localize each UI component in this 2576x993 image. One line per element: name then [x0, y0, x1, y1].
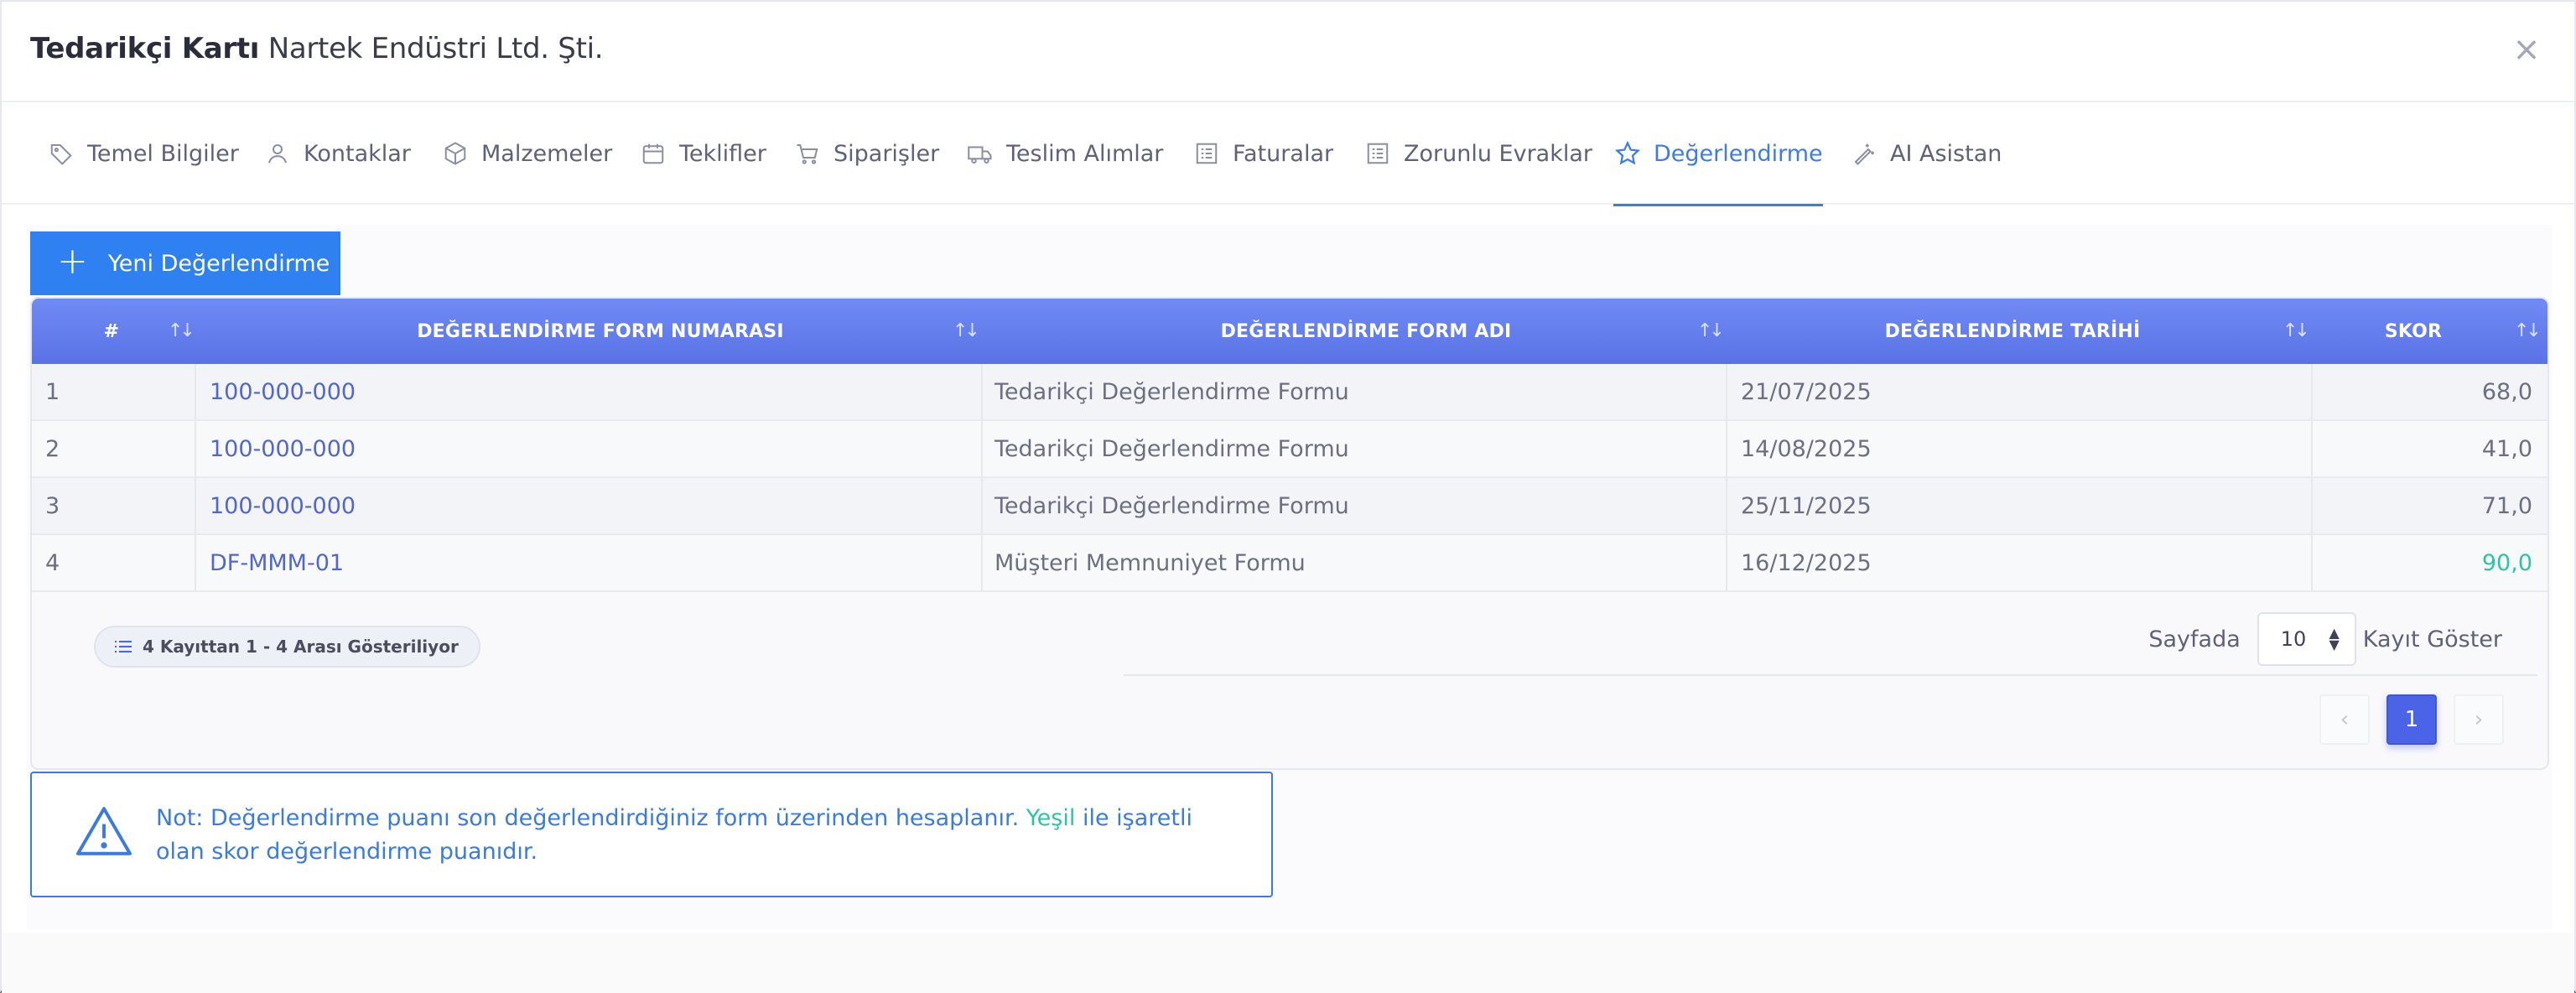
cell-form-name: Tedarikçi Değerlendirme Formu — [995, 435, 1349, 462]
tab-degerlendirme[interactable]: Değerlendirme — [1613, 102, 1823, 206]
per-page-prefix: Sayfada — [2148, 626, 2241, 652]
cell-no: 2 — [45, 435, 60, 462]
page-size-control: Sayfada 10 ▲ ▼ Kayıt Göster — [2148, 612, 2502, 666]
tab-siparisler[interactable]: Siparişler — [793, 102, 939, 205]
sort-icon[interactable]: ↑↓ — [953, 320, 980, 341]
column-label: DEĞERLENDİRME TARİHİ — [1884, 320, 2141, 342]
tab-bar: Temel Bilgiler Kontaklar Malzemeler Tekl… — [2, 102, 2574, 206]
per-page-suffix: Kayıt Göster — [2362, 626, 2502, 652]
cell-no: 3 — [45, 492, 60, 519]
cell-date: 16/12/2025 — [1741, 549, 1872, 576]
wand-icon — [1850, 139, 1878, 168]
cell-no: 4 — [45, 549, 60, 576]
prev-page-button[interactable]: ‹ — [2319, 694, 2370, 745]
cell-date: 14/08/2025 — [1741, 435, 1872, 462]
cell-score: 68,0 — [2481, 378, 2532, 405]
column-label: SKOR — [2384, 320, 2443, 342]
tab-zorunlu-evraklar[interactable]: Zorunlu Evraklar — [1363, 102, 1592, 205]
cell-score: 71,0 — [2481, 492, 2532, 519]
tag-icon — [47, 139, 75, 168]
supplier-card-modal: Tedarikçi Kartı Nartek Endüstri Ltd. Şti… — [0, 0, 2576, 993]
note-text: Not: Değerlendirme puanı son değerlendir… — [156, 802, 1246, 869]
column-header-score[interactable]: SKOR — [2313, 299, 2514, 364]
close-icon[interactable]: × — [2512, 33, 2541, 66]
cell-form-name: Tedarikçi Değerlendirme Formu — [995, 378, 1349, 405]
tab-label: AI Asistan — [1890, 140, 2002, 167]
form-number-link[interactable]: 100-000-000 — [210, 421, 356, 476]
tab-label: Faturalar — [1233, 140, 1334, 167]
tab-label: Temel Bilgiler — [87, 140, 239, 167]
column-label: DEĞERLENDİRME FORM NUMARASI — [417, 320, 784, 342]
cell-date: 25/11/2025 — [1741, 492, 1872, 519]
calendar-icon — [639, 139, 667, 168]
tab-label: Teklifler — [679, 140, 766, 167]
tab-label: Zorunlu Evraklar — [1404, 140, 1593, 167]
cell-score: 41,0 — [2481, 435, 2532, 462]
sort-icon[interactable]: ↑↓ — [2283, 320, 2310, 341]
tab-teslim-alimlar[interactable]: Teslim Alımlar — [966, 102, 1163, 205]
cell-date: 21/07/2025 — [1741, 378, 1872, 405]
supplier-name: Nartek Endüstri Ltd. Şti. — [267, 32, 604, 65]
column-header-form-number[interactable]: DEĞERLENDİRME FORM NUMARASI — [191, 299, 1010, 364]
tab-malzemeler[interactable]: Malzemeler — [441, 102, 612, 205]
record-info-badge: 4 Kayıttan 1 - 4 Arası Gösteriliyor — [94, 626, 480, 668]
column-label: # — [103, 320, 120, 342]
record-info-text: 4 Kayıttan 1 - 4 Arası Gösteriliyor — [143, 637, 459, 657]
divider — [1124, 674, 2537, 676]
modal-title: Tedarikçi Kartı Nartek Endüstri Ltd. Şti… — [30, 32, 604, 65]
tab-label: Malzemeler — [481, 140, 613, 167]
tab-faturalar[interactable]: Faturalar — [1192, 102, 1333, 205]
box-icon — [441, 139, 470, 168]
list-icon — [114, 639, 132, 654]
tab-label: Değerlendirme — [1654, 140, 1823, 167]
table-header: # ↑↓ DEĞERLENDİRME FORM NUMARASI ↑↓ DEĞE… — [32, 299, 2547, 364]
column-label: DEĞERLENDİRME FORM ADI — [1220, 320, 1512, 342]
tab-label: Siparişler — [834, 140, 940, 167]
tab-label: Teslim Alımlar — [1006, 140, 1164, 167]
table-row[interactable]: 3 100-000-000 Tedarikçi Değerlendirme Fo… — [32, 478, 2547, 535]
modal-header: Tedarikçi Kartı Nartek Endüstri Ltd. Şti… — [2, 2, 2574, 102]
table-row[interactable]: 1 100-000-000 Tedarikçi Değerlendirme Fo… — [32, 364, 2547, 421]
form-number-link[interactable]: 100-000-000 — [210, 364, 356, 419]
warning-icon — [75, 805, 134, 864]
next-page-button[interactable]: › — [2454, 694, 2504, 745]
tab-label: Kontaklar — [304, 140, 411, 167]
sort-icon[interactable]: ↑↓ — [168, 320, 195, 341]
note-part1: Not: Değerlendirme puanı son değerlendir… — [156, 805, 1020, 831]
evaluation-note: Not: Değerlendirme puanı son değerlendir… — [30, 772, 1273, 897]
list-icon — [1192, 139, 1221, 168]
sort-icon[interactable]: ↑↓ — [1697, 320, 1725, 341]
cell-no: 1 — [45, 378, 60, 405]
cell-form-name: Tedarikçi Değerlendirme Formu — [995, 492, 1349, 519]
select-arrows-icon: ▲ ▼ — [2329, 625, 2340, 652]
new-evaluation-button[interactable]: + Yeni Değerlendirme — [30, 231, 340, 295]
star-icon — [1613, 139, 1642, 168]
page-button-current[interactable]: 1 — [2386, 694, 2437, 745]
page-size-select[interactable]: 10 ▲ ▼ — [2257, 612, 2356, 666]
plus-icon: + — [57, 240, 88, 283]
sort-icon[interactable]: ↑↓ — [2514, 320, 2542, 341]
modal-footer-area — [2, 933, 2574, 993]
form-number-link[interactable]: 100-000-000 — [210, 478, 356, 533]
tab-ai-asistan[interactable]: AI Asistan — [1850, 102, 2002, 205]
cart-icon — [793, 139, 822, 168]
tab-teklifler[interactable]: Teklifler — [639, 102, 766, 205]
new-evaluation-label: Yeni Değerlendirme — [107, 250, 330, 277]
page-size-value: 10 — [2280, 627, 2307, 651]
truck-icon — [966, 139, 995, 168]
cell-form-name: Müşteri Memnuniyet Formu — [995, 549, 1306, 576]
form-number-link[interactable]: DF-MMM-01 — [210, 535, 344, 590]
tab-kontaklar[interactable]: Kontaklar — [263, 102, 411, 205]
table-row[interactable]: 2 100-000-000 Tedarikçi Değerlendirme Fo… — [32, 421, 2547, 478]
modal-title-label: Tedarikçi Kartı — [30, 32, 260, 65]
column-header-form-name[interactable]: DEĞERLENDİRME FORM ADI — [993, 299, 1739, 364]
note-green-word: Yeşil — [1026, 805, 1076, 831]
evaluation-table: # ↑↓ DEĞERLENDİRME FORM NUMARASI ↑↓ DEĞE… — [30, 297, 2549, 770]
list-icon — [1363, 139, 1392, 168]
tab-temel-bilgiler[interactable]: Temel Bilgiler — [47, 102, 239, 205]
cell-score-highlighted: 90,0 — [2481, 549, 2532, 576]
column-header-date[interactable]: DEĞERLENDİRME TARİHİ — [1729, 299, 2296, 364]
user-icon — [263, 139, 292, 168]
table-row[interactable]: 4 DF-MMM-01 Müşteri Memnuniyet Formu 16/… — [32, 535, 2547, 592]
